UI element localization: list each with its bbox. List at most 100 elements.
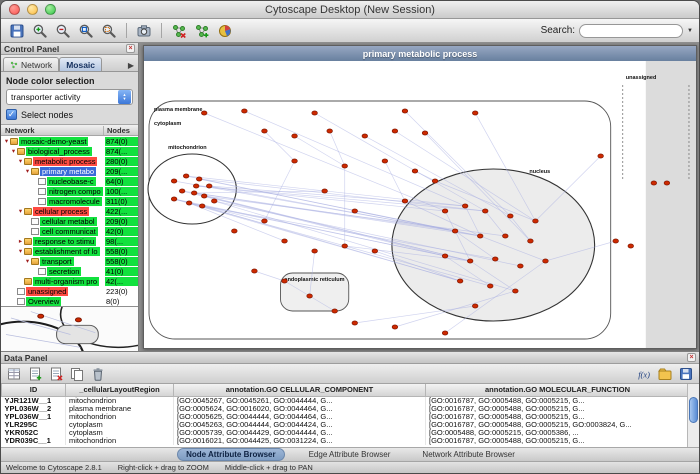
minimize-window-button[interactable] [27, 4, 38, 15]
network-overview-thumbnail[interactable] [1, 306, 138, 351]
network-node[interactable] [206, 184, 212, 188]
network-node[interactable] [242, 109, 248, 113]
network-node[interactable] [462, 204, 468, 208]
network-node[interactable] [487, 284, 493, 288]
expand-arrow-icon[interactable]: ▸ [17, 237, 24, 245]
network-node[interactable] [362, 134, 368, 138]
network-node[interactable] [352, 209, 358, 213]
tree-item-cellular-metabol[interactable]: cellular metabol209(0) [1, 216, 138, 226]
network-node[interactable] [382, 159, 388, 163]
table-cell[interactable]: YLR295C [2, 421, 66, 429]
network-node[interactable] [292, 159, 298, 163]
network-node[interactable] [193, 184, 199, 188]
snapshot-icon[interactable] [134, 21, 154, 40]
tree-item-cell-communicat[interactable]: cell communicat42(0) [1, 226, 138, 236]
node-color-select[interactable]: transporter activity ▲▼ [6, 89, 133, 105]
expand-arrow-icon[interactable]: ▾ [24, 167, 31, 175]
network-canvas[interactable]: plasma membranecytoplasmmitochondrionnuc… [144, 61, 696, 348]
table-cell[interactable]: mitochondrion [66, 437, 174, 445]
network-node[interactable] [452, 229, 458, 233]
network-node[interactable] [282, 279, 288, 283]
trash-icon[interactable] [89, 365, 107, 382]
network-node[interactable] [472, 111, 478, 115]
column-header[interactable]: _cellularLayoutRegion [66, 384, 174, 396]
network-node[interactable] [442, 331, 448, 335]
network-node[interactable] [508, 214, 514, 218]
network-node[interactable] [432, 179, 438, 183]
network-node[interactable] [477, 234, 483, 238]
network-edge[interactable] [415, 171, 435, 181]
table-cell[interactable]: [GO:0016787, GO:0005488, GO:0005215, GO:… [426, 421, 690, 429]
tree-item-biological-process[interactable]: ▾biological_process874(... [1, 146, 138, 156]
network-node[interactable] [262, 129, 268, 133]
tree-item-nitrogen-compo[interactable]: nitrogen compo100(... [1, 186, 138, 196]
network-node[interactable] [201, 111, 207, 115]
network-node[interactable] [412, 169, 418, 173]
network-node[interactable] [402, 109, 408, 113]
column-header[interactable]: annotation.GO MOLECULAR_FUNCTION [426, 384, 690, 396]
tree-item-mosaic-demo-yeast[interactable]: ▾mosaic-demo-yeast874(0) [1, 136, 138, 146]
table-cell[interactable]: [GO:0045267, GO:0045261, GO:0044444, G..… [174, 396, 426, 405]
network-new-from-selected-icon[interactable] [192, 21, 212, 40]
network-node[interactable] [518, 264, 524, 268]
expand-arrow-icon[interactable]: ▾ [10, 147, 17, 155]
network-node[interactable] [282, 239, 288, 243]
network-hide-selected-icon[interactable] [169, 21, 189, 40]
column-header[interactable]: annotation.GO CELLULAR_COMPONENT [174, 384, 426, 396]
network-node[interactable] [199, 204, 205, 208]
save-small-icon[interactable] [677, 365, 695, 382]
column-header[interactable]: ID [2, 384, 66, 396]
expand-arrow-icon[interactable]: ▾ [17, 157, 24, 165]
table-cell[interactable]: [GO:0016787, GO:0005488, GO:0005215, G..… [426, 396, 690, 405]
network-node[interactable] [322, 189, 328, 193]
zoom-selected-icon[interactable] [99, 21, 119, 40]
network-node[interactable] [651, 181, 657, 185]
network-node[interactable] [392, 325, 398, 329]
zoom-out-icon[interactable] [53, 21, 73, 40]
network-edge[interactable] [204, 113, 445, 211]
zoom-in-icon[interactable] [30, 21, 50, 40]
network-node[interactable] [472, 304, 478, 308]
network-node[interactable] [513, 289, 519, 293]
table-cell[interactable]: plasma membrane [66, 405, 174, 413]
network-node[interactable] [502, 234, 508, 238]
network-node[interactable] [457, 279, 463, 283]
table-row[interactable]: YPL036W__2plasma membrane[GO:0005624, GO… [2, 405, 690, 413]
network-node[interactable] [372, 249, 378, 253]
tree-item-primary-metabo[interactable]: ▾primary metabo209(... [1, 166, 138, 176]
network-node[interactable] [422, 131, 428, 135]
table-cell[interactable]: [GO:0005488, GO:0005215, GO:0005386, ... [426, 429, 690, 437]
tab-mosaic[interactable]: Mosaic [59, 57, 102, 71]
tree-column-nodes[interactable]: Nodes [104, 126, 138, 135]
tree-item-response-to-stimu[interactable]: ▸response to stimu98(... [1, 236, 138, 246]
data-panel-close-icon[interactable]: × [687, 353, 696, 362]
table-cell[interactable]: [GO:0016787, GO:0005488, GO:0005215, G..… [426, 413, 690, 421]
table-cell[interactable]: [GO:0016787, GO:0005488, GO:0005215, G..… [426, 405, 690, 413]
table-cell[interactable]: cytoplasm [66, 421, 174, 429]
network-node[interactable] [402, 199, 408, 203]
table-cell[interactable]: [GO:0005624, GO:0016020, GO:0044464, G..… [174, 405, 426, 413]
network-node[interactable] [613, 239, 619, 243]
attribute-copy-icon[interactable] [68, 365, 86, 382]
tree-item-multi-organism-pro[interactable]: multi-organism pro42(... [1, 276, 138, 286]
table-cell[interactable]: YJR121W__1 [2, 396, 66, 405]
network-node[interactable] [482, 209, 488, 213]
network-node[interactable] [312, 249, 318, 253]
network-node[interactable] [442, 254, 448, 258]
network-node[interactable] [191, 191, 197, 195]
table-cell[interactable]: YPL036W__1 [2, 413, 66, 421]
network-edge[interactable] [254, 271, 284, 281]
tree-item-macromolecule[interactable]: macromolecule311(0) [1, 196, 138, 206]
expand-arrow-icon[interactable]: ▾ [17, 207, 24, 215]
tab-network[interactable]: Network [3, 57, 59, 71]
network-node[interactable] [342, 244, 348, 248]
table-cell[interactable]: [GO:0005625, GO:0044444, GO:0044464, G..… [174, 413, 426, 421]
control-panel-close-icon[interactable]: × [126, 44, 135, 53]
network-node[interactable] [442, 209, 448, 213]
network-node[interactable] [467, 259, 473, 263]
zoom-window-button[interactable] [45, 4, 56, 15]
table-cell[interactable]: mitochondrion [66, 413, 174, 421]
network-node[interactable] [196, 177, 202, 181]
network-node[interactable] [492, 257, 498, 261]
network-node[interactable] [332, 309, 338, 313]
